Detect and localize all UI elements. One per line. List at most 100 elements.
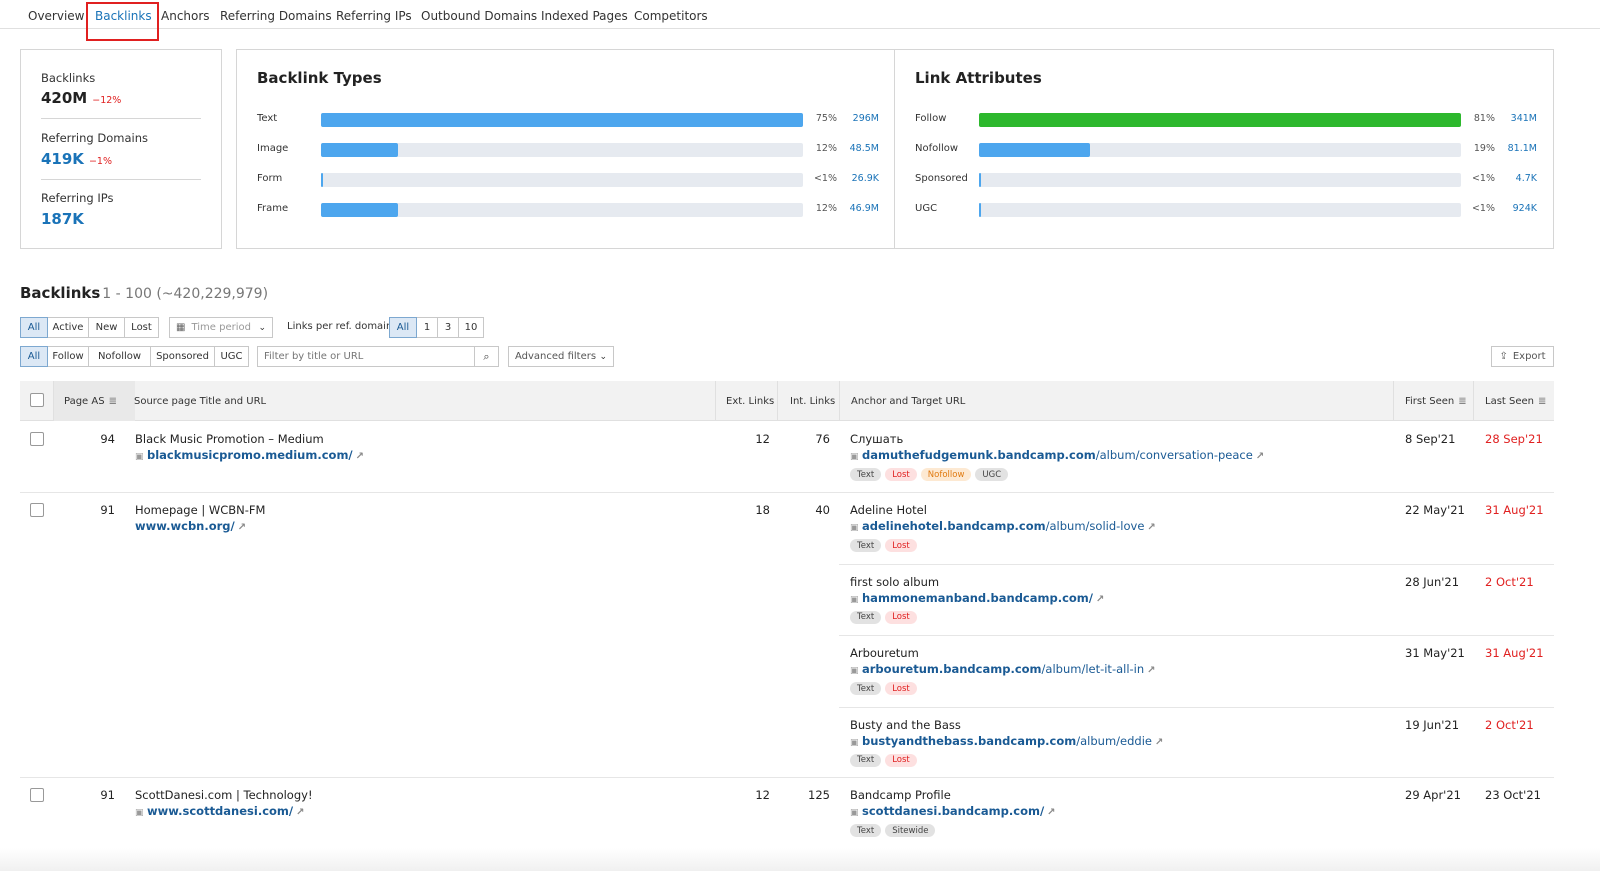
bar-count[interactable]: 48.5M [839,143,879,154]
attr-filter-all[interactable]: All [20,346,48,367]
status-filter-new[interactable]: New [88,317,125,338]
target-path: /album/solid-love [1045,519,1145,533]
tab-referring-ips[interactable]: Referring IPs [336,9,412,23]
tab-overview[interactable]: Overview [28,9,85,23]
bar-count[interactable]: 924K [1497,203,1537,214]
source-url[interactable]: ▣ blackmusicpromo.medium.com/↗ [135,448,364,462]
bar-track[interactable] [979,203,1461,217]
bar-track[interactable] [321,173,803,187]
external-link-icon[interactable]: ↗ [356,451,364,462]
links-per-filter-all[interactable]: All [389,317,417,338]
row-checkbox[interactable] [30,788,44,802]
advanced-filters-dropdown[interactable]: Advanced filters ⌄ [508,346,614,367]
int-links: 40 [815,503,830,517]
bar-count[interactable]: 26.9K [839,173,879,184]
first-seen: 29 Apr'21 [1405,788,1461,802]
summary-box: Backlinks 420M −12% Referring Domains 419K −1… [20,49,222,249]
bar-label: UGC [915,203,938,214]
bar-label: Text [257,113,278,124]
last-seen: 31 Aug'21 [1485,646,1544,660]
link-tags: Text Lost [850,610,917,624]
column-label: Source page Title and URL [134,395,267,407]
section-range: 1 - 100 (~420,229,979) [102,286,269,302]
external-link-icon[interactable]: ↗ [1147,665,1155,676]
external-link-icon[interactable]: ↗ [1096,594,1104,605]
lock-icon: ▣ [135,452,144,462]
first-seen: 19 Jun'21 [1405,717,1460,732]
target-url[interactable]: ▣ arbouretum.bandcamp.com/album/let-it-al… [850,662,1156,676]
column-header-source-page-title-and-url[interactable]: Source page Title and URL [134,381,715,421]
bar-track[interactable] [979,113,1461,127]
target-url[interactable]: ▣ damuthefudgemunk.bandcamp.com/album/con… [850,448,1264,462]
bar-count[interactable]: 296M [839,113,879,124]
bar-track[interactable] [979,143,1461,157]
links-per-filter-10[interactable]: 10 [458,317,484,338]
export-button[interactable]: ⇪ Export [1491,346,1554,367]
column-header-first-seen[interactable]: First Seen ≣ [1393,381,1473,421]
source-url[interactable]: ▣ www.scottdanesi.com/↗ [135,804,305,818]
column-header-ext-links[interactable]: Ext. Links [715,381,777,421]
ext-links: 12 [755,788,770,802]
column-header-int-links[interactable]: Int. Links [777,381,839,421]
external-link-icon[interactable]: ↗ [1155,737,1163,748]
column-header-anchor-and-target-url[interactable]: Anchor and Target URL [839,381,1393,421]
tab-referring-domains[interactable]: Referring Domains [220,9,332,23]
anchor-text: Arbouretum [850,646,919,660]
target-url[interactable]: ▣ bustyandthebass.bandcamp.com/album/eddi… [850,734,1163,748]
status-filter-active[interactable]: Active [47,317,89,338]
bar-count[interactable]: 4.7K [1497,173,1537,184]
bar-percent: 12% [815,143,837,154]
row-checkbox[interactable] [30,503,44,517]
column-label: Ext. Links [726,395,775,407]
bar-track[interactable] [321,203,803,217]
row-checkbox[interactable] [30,432,44,446]
tab-indexed-pages[interactable]: Indexed Pages [541,9,628,23]
external-link-icon[interactable]: ↗ [1256,451,1264,462]
attr-filter-ugc[interactable]: UGC [214,346,249,367]
bar-count[interactable]: 81.1M [1497,143,1537,154]
source-url[interactable]: www.wcbn.org/↗ [135,519,246,533]
external-link-icon[interactable]: ↗ [296,807,304,818]
bar-label: Image [257,143,289,154]
bar-count[interactable]: 46.9M [839,203,879,214]
bar-count[interactable]: 341M [1497,113,1537,124]
links-per-filter-3[interactable]: 3 [437,317,459,338]
ref-domains-change: −1% [88,156,112,167]
external-link-icon[interactable]: ↗ [1147,522,1155,533]
tab-outbound-domains[interactable]: Outbound Domains [421,9,537,23]
tab-competitors[interactable]: Competitors [634,9,708,23]
external-link-icon[interactable]: ↗ [1047,807,1055,818]
external-link-icon[interactable]: ↗ [238,522,246,533]
target-path: /album/eddie [1076,733,1152,748]
search-input[interactable] [257,346,475,367]
attr-filter-nofollow[interactable]: Nofollow [88,346,151,367]
source-title: Black Music Promotion – Medium [135,432,324,446]
chevron-down-icon: ⌄ [258,322,266,333]
target-url[interactable]: ▣ scottdanesi.bandcamp.com/↗ [850,804,1056,818]
target-domain: damuthefudgemunk.bandcamp.com [862,448,1096,462]
source-title: Homepage | WCBN-FM [135,503,266,517]
column-label: Anchor and Target URL [851,395,966,407]
target-url[interactable]: ▣ hammonemanband.bandcamp.com/↗ [850,591,1104,605]
bar-track[interactable] [979,173,1461,187]
tab-anchors[interactable]: Anchors [161,9,210,23]
search-button[interactable]: ⌕ [474,346,499,367]
attr-filter-sponsored[interactable]: Sponsored [150,346,215,367]
ref-domains-value[interactable]: 419K −1% [41,150,112,168]
tag-text: Text [850,539,882,552]
status-filter-lost[interactable]: Lost [124,317,159,338]
status-filter-all[interactable]: All [20,317,48,338]
column-header-page-as[interactable]: Page AS ≣ [53,381,135,421]
time-period-dropdown[interactable]: ▦ Time period ⌄ [169,317,273,338]
bar-fill [321,203,398,217]
column-header-last-seen[interactable]: Last Seen ≣ [1473,381,1554,421]
select-all-checkbox[interactable] [30,393,44,407]
attr-filter-follow[interactable]: Follow [47,346,89,367]
bar-track[interactable] [321,113,803,127]
bar-track[interactable] [321,143,803,157]
scroll-fade [0,848,1600,871]
tag-text: Text [850,824,882,837]
ref-ips-value[interactable]: 187K [41,210,84,228]
links-per-filter-1[interactable]: 1 [416,317,438,338]
target-url[interactable]: ▣ adelinehotel.bandcamp.com/album/solid-l… [850,519,1156,533]
